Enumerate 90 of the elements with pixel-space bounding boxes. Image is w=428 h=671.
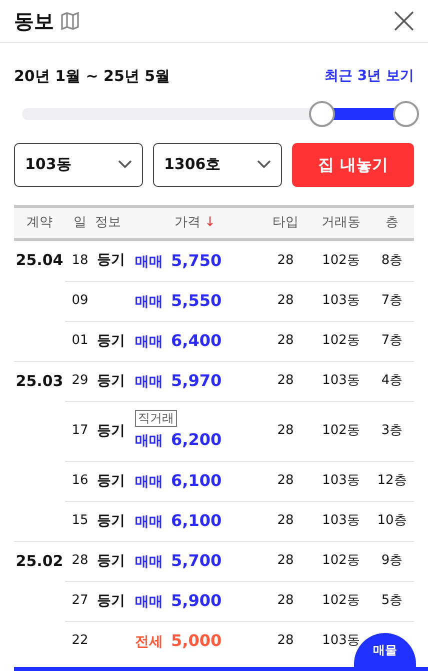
day-cell-text: 22 xyxy=(72,632,88,650)
unit-select[interactable]: 1306호 xyxy=(153,142,282,186)
floor-cell-text: 10층 xyxy=(377,512,407,530)
registry-label: 등기 xyxy=(97,332,125,350)
deal-type: 전세 xyxy=(135,633,163,652)
building-cell-text: 103동 xyxy=(322,512,360,530)
type-cell-text: 28 xyxy=(277,592,294,610)
column-header[interactable]: 정보 xyxy=(95,212,121,232)
column-header[interactable]: 계약 xyxy=(26,212,52,232)
deal-type: 매매 xyxy=(135,432,163,451)
deal-type: 매매 xyxy=(135,252,163,272)
contract-month: 25.04 xyxy=(16,250,64,272)
floor-cell-text: 5층 xyxy=(381,592,403,610)
day-cell-text: 27 xyxy=(72,592,88,610)
type-cell-text: 28 xyxy=(277,252,294,270)
floor-cell-text: 8층 xyxy=(381,252,403,270)
type-cell-text: 28 xyxy=(277,372,294,390)
day-cell-text: 16 xyxy=(72,472,88,490)
list-home-button[interactable]: 집 내놓기 xyxy=(292,142,414,186)
price: 5,750 xyxy=(171,250,222,272)
price: 6,200 xyxy=(171,429,222,451)
deal-type: 매매 xyxy=(135,333,163,352)
chevron-down-icon xyxy=(257,160,271,169)
chevron-down-icon xyxy=(118,160,132,169)
floor-cell-text: 3층 xyxy=(381,422,403,440)
day-cell-text: 15 xyxy=(72,512,88,530)
price: 6,400 xyxy=(171,330,222,352)
price: 6,100 xyxy=(171,470,222,492)
deal-type: 매매 xyxy=(135,513,163,532)
close-icon[interactable] xyxy=(394,11,414,31)
day-cell-text: 18 xyxy=(72,252,88,270)
registry-label: 등기 xyxy=(97,592,125,610)
building-cell-text: 103동 xyxy=(322,372,360,390)
deal-type: 매매 xyxy=(135,473,163,492)
type-cell-text: 28 xyxy=(277,632,294,650)
slider-handle[interactable] xyxy=(308,100,335,126)
day-cell-text: 28 xyxy=(72,552,88,570)
column-header[interactable]: 가격 xyxy=(174,212,201,232)
deal-type: 매매 xyxy=(135,293,163,312)
recent-years-link[interactable]: 최근 3년 보기 xyxy=(324,66,414,87)
sort-arrow[interactable]: ↓ xyxy=(204,212,216,232)
deal-type: 매매 xyxy=(135,373,163,392)
registry-label: 등기 xyxy=(97,251,125,270)
type-cell-text: 28 xyxy=(277,552,294,570)
floor-cell-text: 7층 xyxy=(381,292,403,310)
type-cell-text: 28 xyxy=(277,332,294,350)
deal-type: 매매 xyxy=(135,553,163,572)
registry-label: 등기 xyxy=(97,422,125,440)
column-header[interactable]: 타입 xyxy=(272,212,298,232)
map-icon[interactable] xyxy=(60,12,80,30)
period-range: 20년 1월 ~ 25년 5월 xyxy=(14,66,170,87)
price: 5,550 xyxy=(171,290,222,312)
day-cell-text: 01 xyxy=(72,332,88,350)
direct-deal-tag: 직거래 xyxy=(135,410,177,427)
page-title: 동보 xyxy=(14,8,54,35)
floor-cell-text: 7층 xyxy=(381,332,403,350)
building-cell-text: 103동 xyxy=(322,292,360,310)
price: 5,000 xyxy=(171,630,222,652)
column-header[interactable]: 일 xyxy=(74,212,86,232)
contract-month: 25.03 xyxy=(16,370,64,392)
registry-label: 등기 xyxy=(97,552,125,570)
floor-cell-text: 12층 xyxy=(377,472,407,490)
type-cell-text: 28 xyxy=(277,512,294,530)
building-cell-text: 103동 xyxy=(322,472,360,490)
day-cell-text: 17 xyxy=(72,422,88,440)
price: 5,700 xyxy=(171,550,222,572)
building-cell-text: 102동 xyxy=(322,252,360,270)
slider-handle[interactable] xyxy=(393,100,419,126)
column-header[interactable]: 층 xyxy=(386,212,398,232)
building-cell-text: 102동 xyxy=(322,592,360,610)
registry-label: 등기 xyxy=(97,372,125,390)
price: 5,900 xyxy=(171,590,222,612)
contract-month: 25.02 xyxy=(16,550,64,572)
price: 5,970 xyxy=(171,370,222,392)
floor-cell-text: 9층 xyxy=(381,552,403,570)
day-cell-text: 29 xyxy=(72,372,88,390)
building-cell-text: 102동 xyxy=(322,422,360,440)
registry-label: 등기 xyxy=(97,512,125,530)
day-cell-text: 09 xyxy=(72,292,88,310)
type-cell-text: 28 xyxy=(277,422,294,440)
column-header[interactable]: 거래동 xyxy=(322,212,360,232)
price: 6,100 xyxy=(171,510,222,532)
building-select[interactable]: 103동 xyxy=(14,142,143,186)
building-cell-text: 102동 xyxy=(322,332,360,350)
registry-label: 등기 xyxy=(97,472,125,490)
floor-cell-text: 4층 xyxy=(381,372,403,390)
type-cell-text: 28 xyxy=(277,472,294,490)
deal-type: 매매 xyxy=(135,593,163,612)
type-cell-text: 28 xyxy=(277,292,294,310)
building-cell-text: 102동 xyxy=(322,552,360,570)
